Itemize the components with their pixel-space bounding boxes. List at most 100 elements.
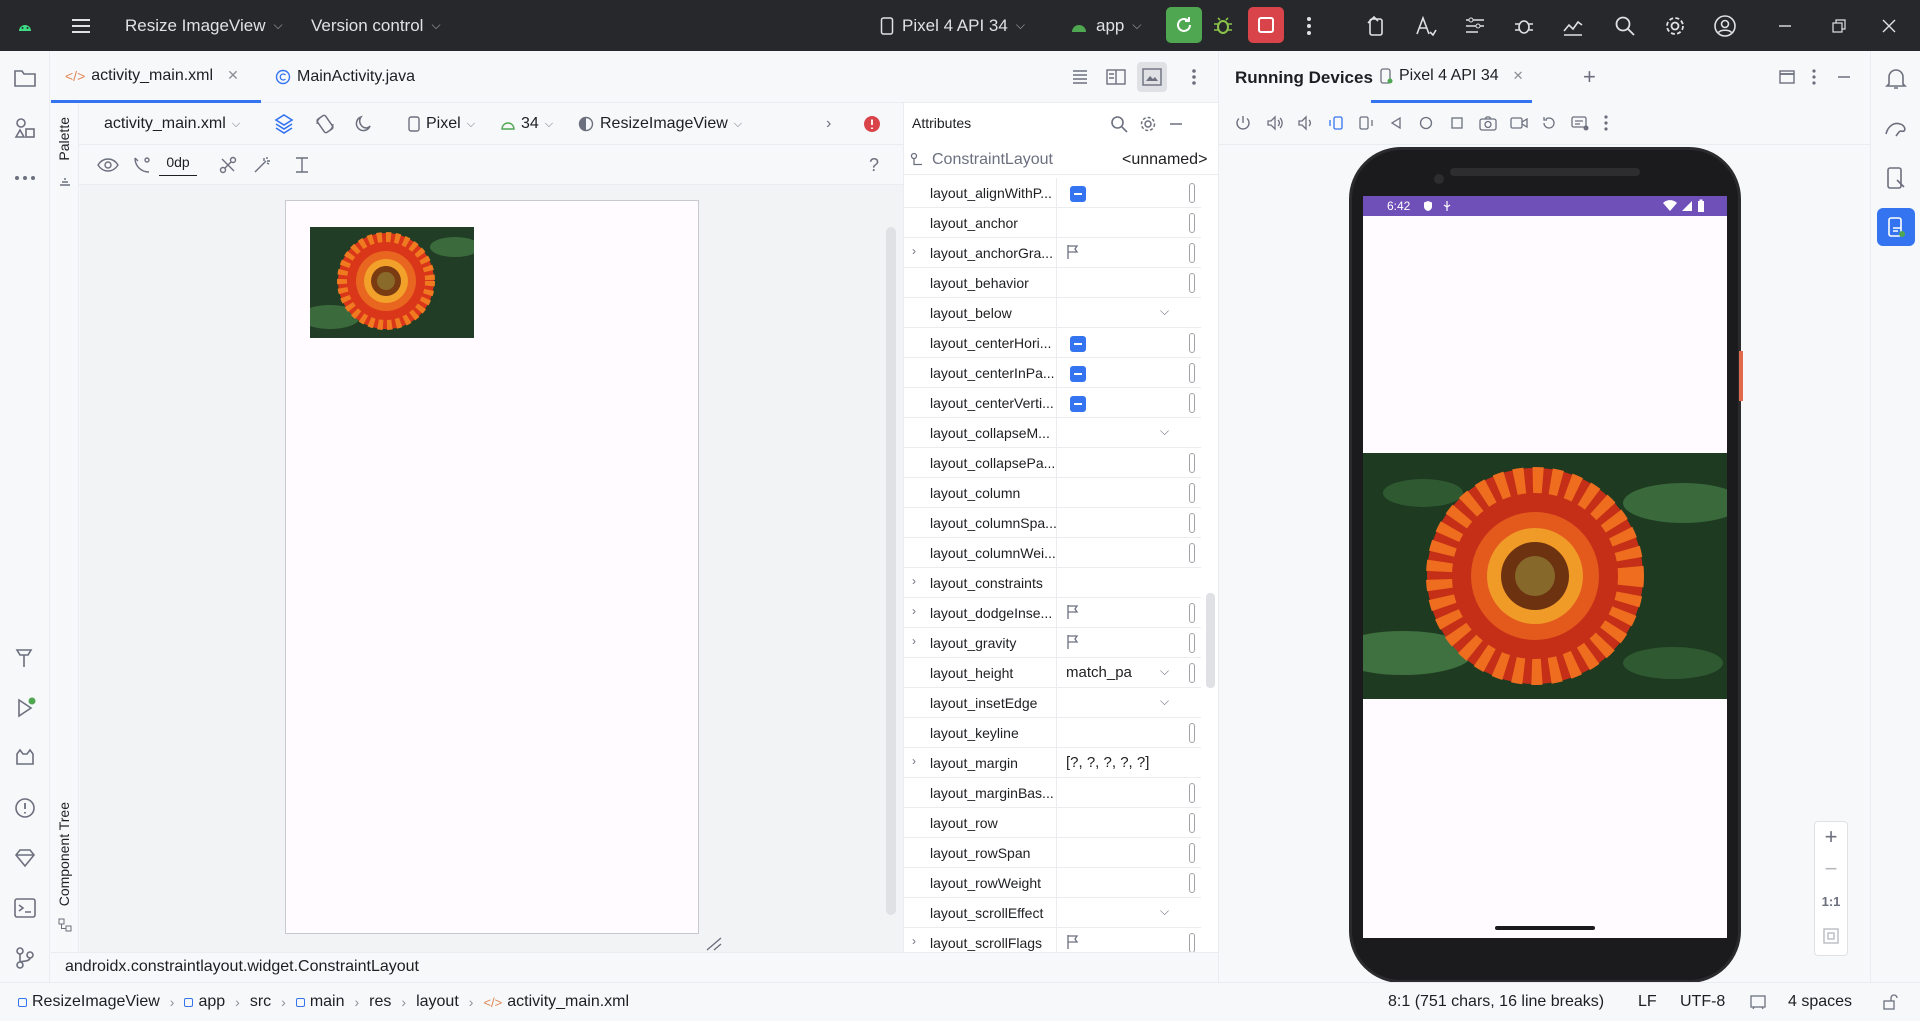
maximize-panel-icon[interactable] <box>1772 62 1802 92</box>
tab-mainactivity-java[interactable]: MainActivity.java <box>275 51 415 103</box>
chevron-right-icon[interactable]: › <box>912 604 916 618</box>
run-tool-icon[interactable] <box>10 693 40 723</box>
attribute-resource-picker[interactable] <box>1189 363 1195 383</box>
indeterminate-checkbox[interactable] <box>1070 396 1086 412</box>
attribute-resource-picker[interactable] <box>1189 243 1195 263</box>
line-ending[interactable]: LF <box>1638 983 1657 1021</box>
volume-up-icon[interactable] <box>1266 115 1284 131</box>
attribute-resource-picker[interactable] <box>1189 543 1195 563</box>
attribute-resource-picker[interactable] <box>1189 393 1195 413</box>
notifications-bell-icon[interactable] <box>1881 63 1911 93</box>
infer-constraints-icon[interactable] <box>247 150 277 180</box>
chevron-down-icon[interactable]: ⌵ <box>1160 304 1169 319</box>
running-devices-tool-icon[interactable] <box>1877 208 1915 246</box>
clear-constraints-icon[interactable] <box>213 150 243 180</box>
view-options-eye-icon[interactable] <box>93 150 123 180</box>
settings-gear-icon[interactable] <box>1660 11 1690 41</box>
attribute-resource-picker[interactable] <box>1189 663 1195 683</box>
indeterminate-checkbox[interactable] <box>1070 336 1086 352</box>
flag-icon[interactable] <box>1066 934 1080 950</box>
attribute-resource-picker[interactable] <box>1189 483 1195 503</box>
design-view-icon[interactable] <box>1137 62 1167 92</box>
project-selector[interactable]: Resize ImageView ⌵ <box>125 0 283 51</box>
component-tree-tab[interactable]: Component Tree <box>56 802 72 906</box>
attribute-row[interactable]: layout_alignWithP... <box>904 178 1201 208</box>
profiler-icon[interactable] <box>1558 11 1588 41</box>
attribute-row[interactable]: layout_columnSpa... <box>904 508 1201 538</box>
chevron-down-icon[interactable]: ⌵ <box>1160 664 1169 679</box>
close-tab-icon[interactable]: ✕ <box>1513 68 1524 84</box>
back-icon[interactable] <box>1389 116 1403 130</box>
guidelines-icon[interactable] <box>287 150 317 180</box>
theme-dropdown[interactable]: ResizeImageView ⌵ <box>578 103 742 145</box>
restore-window-icon[interactable] <box>1824 11 1854 41</box>
attribute-row[interactable]: layout_anchor <box>904 208 1201 238</box>
attribute-resource-picker[interactable] <box>1189 843 1195 863</box>
zoom-actual-size[interactable]: 1:1 <box>1815 894 1847 909</box>
breadcrumb-layout[interactable]: layout <box>416 993 459 1011</box>
more-actions-icon[interactable] <box>1294 11 1324 41</box>
design-blueprint-icon[interactable] <box>269 109 299 139</box>
orientation-icon[interactable] <box>310 109 340 139</box>
account-icon[interactable] <box>1710 11 1740 41</box>
breadcrumb-file[interactable]: </> activity_main.xml <box>483 993 629 1011</box>
layout-file-selector[interactable]: activity_main.xml ⌵ <box>104 103 240 145</box>
breadcrumb-main[interactable]: main <box>295 993 345 1011</box>
problems-icon[interactable] <box>10 793 40 823</box>
flag-icon[interactable] <box>1066 634 1080 650</box>
add-device-icon[interactable]: + <box>1583 64 1596 90</box>
search-icon[interactable] <box>1610 11 1640 41</box>
attribute-row[interactable]: layout_centerVerti... <box>904 388 1201 418</box>
attributes-scrollbar[interactable] <box>1206 593 1215 688</box>
power-icon[interactable] <box>1235 115 1251 131</box>
chevron-right-icon[interactable]: › <box>912 574 916 588</box>
attribute-resource-picker[interactable] <box>1189 813 1195 833</box>
search-icon[interactable] <box>1104 109 1134 139</box>
autoconnect-icon[interactable] <box>127 150 157 180</box>
breadcrumb-src[interactable]: src <box>250 993 271 1011</box>
panel-options-icon[interactable] <box>1799 62 1829 92</box>
file-encoding[interactable]: UTF-8 <box>1680 983 1725 1021</box>
attribute-row[interactable]: layout_keyline <box>904 718 1201 748</box>
attribute-resource-picker[interactable] <box>1189 783 1195 803</box>
device-screen[interactable]: 6:42 <box>1363 196 1727 938</box>
default-margin-dropdown[interactable]: 0dp <box>159 154 197 176</box>
flag-icon[interactable] <box>1066 604 1080 620</box>
attribute-row[interactable]: layout_behavior <box>904 268 1201 298</box>
attribute-row[interactable]: › layout_gravity <box>904 628 1201 658</box>
attribute-resource-picker[interactable] <box>1189 333 1195 353</box>
chevron-right-icon[interactable]: › <box>912 934 916 948</box>
tab-activity-main-xml[interactable]: </> activity_main.xml ✕ <box>51 51 261 103</box>
attribute-row[interactable]: layout_centerHori... <box>904 328 1201 358</box>
reset-rotation-icon[interactable] <box>1541 115 1557 131</box>
home-icon[interactable] <box>1419 116 1433 130</box>
translate-icon[interactable] <box>1411 11 1441 41</box>
indent-setting[interactable]: 4 spaces <box>1788 983 1852 1021</box>
indeterminate-checkbox[interactable] <box>1070 366 1086 382</box>
attribute-row[interactable]: layout_rowWeight <box>904 868 1201 898</box>
resource-manager-icon[interactable] <box>10 113 40 143</box>
build-hammer-icon[interactable] <box>10 643 40 673</box>
attribute-row[interactable]: › layout_margin [?, ?, ?, ?, ?] <box>904 748 1201 778</box>
attribute-resource-picker[interactable] <box>1189 183 1195 203</box>
attach-debugger-icon[interactable] <box>1509 11 1539 41</box>
attribute-row[interactable]: layout_row <box>904 808 1201 838</box>
chevron-right-icon[interactable]: › <box>912 244 916 258</box>
gesture-nav-handle[interactable] <box>1495 926 1595 930</box>
palette-tab[interactable]: Palette <box>56 117 72 161</box>
flag-icon[interactable] <box>1066 244 1080 260</box>
canvas-scrollbar[interactable] <box>886 227 896 915</box>
vcs-selector[interactable]: Version control ⌵ <box>311 0 441 51</box>
rotate-left-icon[interactable] <box>1328 115 1344 131</box>
error-badge-icon[interactable] <box>857 109 887 139</box>
indeterminate-checkbox[interactable] <box>1070 186 1086 202</box>
attribute-row[interactable]: layout_scrollEffect ⌵ <box>904 898 1201 928</box>
attribute-resource-picker[interactable] <box>1189 453 1195 473</box>
attribute-row[interactable]: layout_columnWei... <box>904 538 1201 568</box>
attribute-resource-picker[interactable] <box>1189 273 1195 293</box>
attribute-row[interactable]: layout_column <box>904 478 1201 508</box>
caret-position[interactable]: 8:1 (751 chars, 16 line breaks) <box>1388 983 1604 1021</box>
main-menu-icon[interactable] <box>66 11 96 41</box>
settings-gear-icon[interactable] <box>1133 109 1163 139</box>
chevron-down-icon[interactable]: ⌵ <box>1160 904 1169 919</box>
